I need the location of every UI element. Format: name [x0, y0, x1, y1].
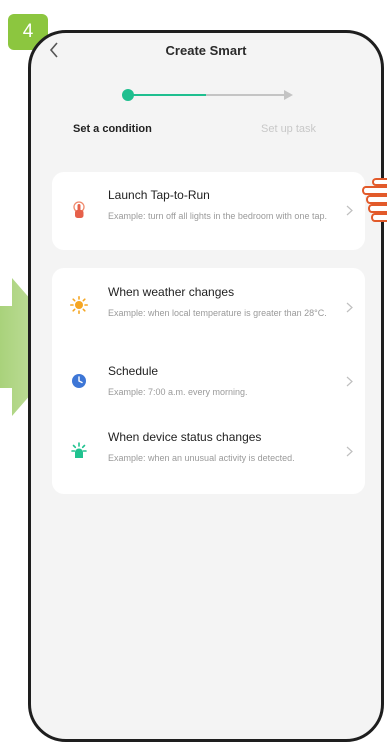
tap-to-run-description: Example: turn off all lights in the bedr… — [108, 211, 327, 221]
device-status-title: When device status changes — [108, 430, 262, 444]
step-label-set-up-task: Set up task — [261, 123, 317, 135]
chevron-right-icon — [346, 302, 353, 313]
weather-description: Example: when local temperature is great… — [108, 308, 327, 318]
list-item-device-status[interactable]: When device status changes Example: when… — [52, 414, 365, 494]
conditions-card: When weather changes Example: when local… — [52, 268, 365, 494]
chevron-right-icon — [346, 376, 353, 387]
tap-hand-icon — [73, 201, 85, 218]
list-item-schedule[interactable]: Schedule Example: 7:00 a.m. every mornin… — [52, 348, 365, 410]
chevron-right-icon — [346, 446, 353, 457]
schedule-title: Schedule — [108, 364, 159, 378]
list-item[interactable]: Launch Tap-to-Run Example: turn off all … — [52, 172, 365, 250]
pointing-hand-graphic — [362, 178, 387, 222]
phone-screen: Create Smart Set a condition Set up task… — [28, 30, 384, 742]
progress-indicator — [122, 89, 293, 101]
tap-to-run-card[interactable]: Launch Tap-to-Run Example: turn off all … — [52, 172, 365, 250]
tap-to-run-title: Launch Tap-to-Run — [108, 188, 210, 202]
device-status-icon — [71, 442, 87, 458]
list-item-weather[interactable]: When weather changes Example: when local… — [52, 268, 365, 344]
step-label-set-condition: Set a condition — [73, 123, 152, 135]
weather-title: When weather changes — [108, 285, 235, 299]
chevron-right-icon — [346, 205, 353, 216]
page-title: Create Smart — [165, 43, 247, 58]
clock-icon — [72, 374, 86, 388]
device-status-description: Example: when an unusual activity is det… — [108, 453, 295, 463]
schedule-description: Example: 7:00 a.m. every morning. — [108, 387, 248, 397]
sun-icon — [70, 296, 88, 314]
